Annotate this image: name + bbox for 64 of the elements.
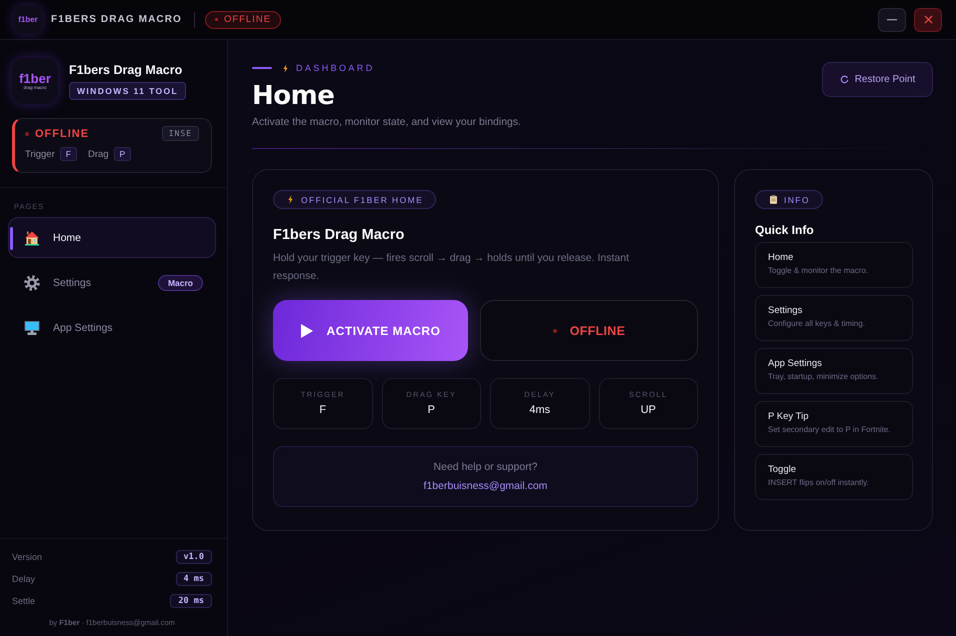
stat-value: F [319, 404, 326, 416]
badge-label: INFO [784, 194, 810, 204]
status-dot-icon [214, 18, 218, 21]
key-chip: F [60, 147, 77, 161]
activate-macro-button[interactable]: ACTIVATE MACRO [273, 300, 468, 361]
info-description: Set secondary edit to P in Fortnite. [768, 425, 891, 434]
info-title: P Key Tip [768, 411, 808, 422]
binding-label: Trigger [25, 148, 55, 160]
minimize-icon [887, 18, 897, 20]
page-subtitle: Activate the macro, monitor state, and view your bindings. [252, 116, 522, 128]
info-title: Settings [768, 305, 802, 316]
email-link[interactable]: f1berbuisness@gmail.com [424, 480, 548, 492]
status-label: OFFLINE [570, 324, 626, 338]
info-description: INSERT flips on/off instantly. [768, 478, 869, 487]
close-icon [924, 15, 932, 24]
stat-value: UP [640, 404, 656, 416]
hotkey-chip: INSE [162, 126, 199, 141]
meta-label: Delay [12, 574, 36, 584]
nav-tag: Macro [158, 274, 203, 290]
card-title: F1bers Drag Macro [273, 226, 404, 244]
accent-line [252, 67, 272, 69]
nav-item[interactable]: Settings Macro [8, 262, 216, 303]
card-description: Hold your trigger key — fires scroll → drag → holds until you release. Instant response. [273, 251, 630, 284]
status-dot-icon [552, 328, 557, 332]
info-description: Tray, startup, minimize options. [768, 372, 878, 381]
status-label: OFFLINE [35, 128, 90, 140]
binding-label: Drag [88, 148, 109, 160]
key-chip: P [114, 147, 132, 161]
breadcrumb-label: DASHBOARD [296, 63, 375, 73]
nav-item[interactable]: Home [8, 217, 216, 258]
info-title: App Settings [768, 358, 822, 369]
meta-label: Version [12, 552, 42, 562]
platform-badge: WINDOWS 11 TOOL [69, 82, 186, 100]
window-title: F1BERS DRAG MACRO [51, 14, 182, 25]
lightning-icon [283, 64, 288, 72]
page-title: Home [252, 81, 334, 111]
meta-value: 20 ms [170, 594, 212, 608]
lightning-icon [288, 195, 293, 204]
badge-label: OFFICIAL F1BER HOME [301, 194, 424, 204]
house-icon [24, 230, 40, 246]
monitor-icon [24, 320, 40, 336]
info-description: Toggle & monitor the macro. [768, 266, 868, 275]
status-dot-icon [25, 132, 29, 136]
meta-label: Settle [12, 596, 36, 606]
meta-value: v1.0 [176, 550, 212, 564]
info-title: Home [768, 252, 794, 263]
app-logo: f1ber [14, 6, 42, 34]
gear-icon [24, 274, 40, 290]
restore-point-button[interactable]: Restore Point [822, 62, 933, 97]
support-text: Need help or support? [434, 461, 538, 473]
panel-title: Quick Info [755, 223, 814, 237]
stat-value: 4ms [529, 404, 550, 416]
clipboard-icon [770, 195, 777, 204]
minimize-button[interactable] [878, 8, 906, 32]
meta-value: 4 ms [176, 572, 212, 586]
info-title: Toggle [768, 464, 796, 475]
stat-value: P [428, 404, 435, 416]
close-button[interactable] [914, 8, 942, 32]
info-description: Configure all keys & timing. [768, 319, 865, 328]
status-label: OFFLINE [224, 14, 272, 25]
nav-item[interactable]: App Settings [8, 307, 216, 348]
circular-arrow-icon [840, 75, 849, 84]
app-name: F1bers Drag Macro [69, 62, 182, 76]
play-icon [300, 324, 313, 338]
